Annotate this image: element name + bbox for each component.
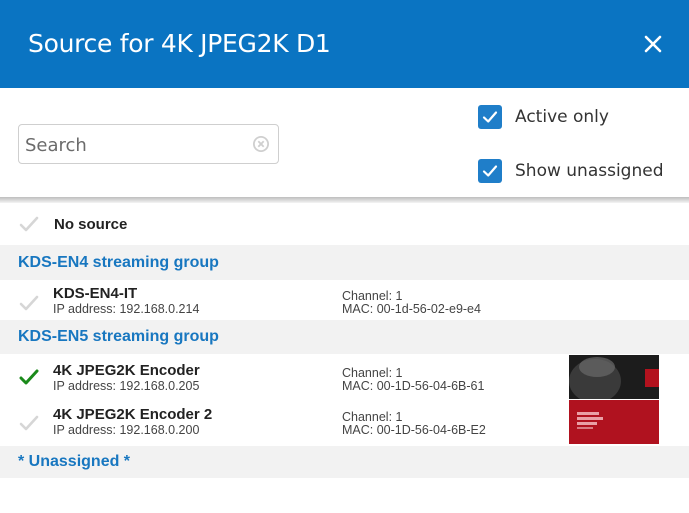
- device-ip: IP address: 192.168.0.200: [53, 423, 200, 437]
- clear-search-icon[interactable]: [252, 135, 270, 153]
- filter-panel: Active only Show unassigned: [0, 88, 689, 198]
- group-header-kds-en4: KDS-EN4 streaming group: [0, 245, 689, 280]
- active-only-toggle[interactable]: Active only: [478, 104, 609, 130]
- device-row-kds-en4-it[interactable]: KDS-EN4-IT IP address: 192.168.0.214 Cha…: [0, 280, 689, 320]
- device-ip: IP address: 192.168.0.205: [53, 379, 200, 393]
- no-source-label: No source: [54, 215, 128, 233]
- close-icon: [644, 35, 662, 53]
- device-mac: MAC: 00-1D-56-04-6B-E2: [342, 423, 486, 437]
- video-thumbnail: [569, 355, 659, 399]
- show-unassigned-checkbox[interactable]: [478, 159, 502, 183]
- dialog-titlebar: Source for 4K JPEG2K D1: [0, 0, 689, 88]
- device-name: 4K JPEG2K Encoder 2: [53, 406, 213, 423]
- show-unassigned-toggle[interactable]: Show unassigned: [478, 158, 664, 184]
- active-only-label: Active only: [515, 107, 609, 127]
- checkmark-icon: [482, 111, 498, 123]
- source-list: No source KDS-EN4 streaming group KDS-EN…: [0, 203, 689, 478]
- device-channel: Channel: 1: [342, 366, 403, 380]
- search-box: [18, 124, 279, 164]
- device-mac: MAC: 00-1D-56-04-6B-61: [342, 379, 485, 393]
- unselected-check-icon: [19, 295, 39, 311]
- video-thumbnail: [569, 400, 659, 444]
- search-input[interactable]: [25, 133, 245, 157]
- device-channel: Channel: 1: [342, 410, 403, 424]
- dialog-title: Source for 4K JPEG2K D1: [28, 29, 331, 58]
- device-name: KDS-EN4-IT: [53, 285, 138, 302]
- device-mac: MAC: 00-1d-56-02-e9-e4: [342, 302, 481, 316]
- device-row-4k-jpeg2k-encoder[interactable]: 4K JPEG2K Encoder IP address: 192.168.0.…: [0, 354, 689, 400]
- active-only-checkbox[interactable]: [478, 105, 502, 129]
- show-unassigned-label: Show unassigned: [515, 161, 664, 181]
- device-channel: Channel: 1: [342, 289, 403, 303]
- close-button[interactable]: [635, 26, 671, 62]
- checkmark-icon: [482, 165, 498, 177]
- no-source-item[interactable]: No source: [0, 203, 689, 245]
- unselected-check-icon: [19, 415, 39, 431]
- device-name: 4K JPEG2K Encoder: [53, 362, 200, 379]
- unselected-check-icon: [19, 216, 39, 232]
- group-header-kds-en5: KDS-EN5 streaming group: [0, 320, 689, 354]
- selected-check-icon: [19, 369, 39, 385]
- device-row-4k-jpeg2k-encoder-2[interactable]: 4K JPEG2K Encoder 2 IP address: 192.168.…: [0, 400, 689, 446]
- device-ip: IP address: 192.168.0.214: [53, 302, 200, 316]
- group-header-unassigned: * Unassigned *: [0, 446, 689, 478]
